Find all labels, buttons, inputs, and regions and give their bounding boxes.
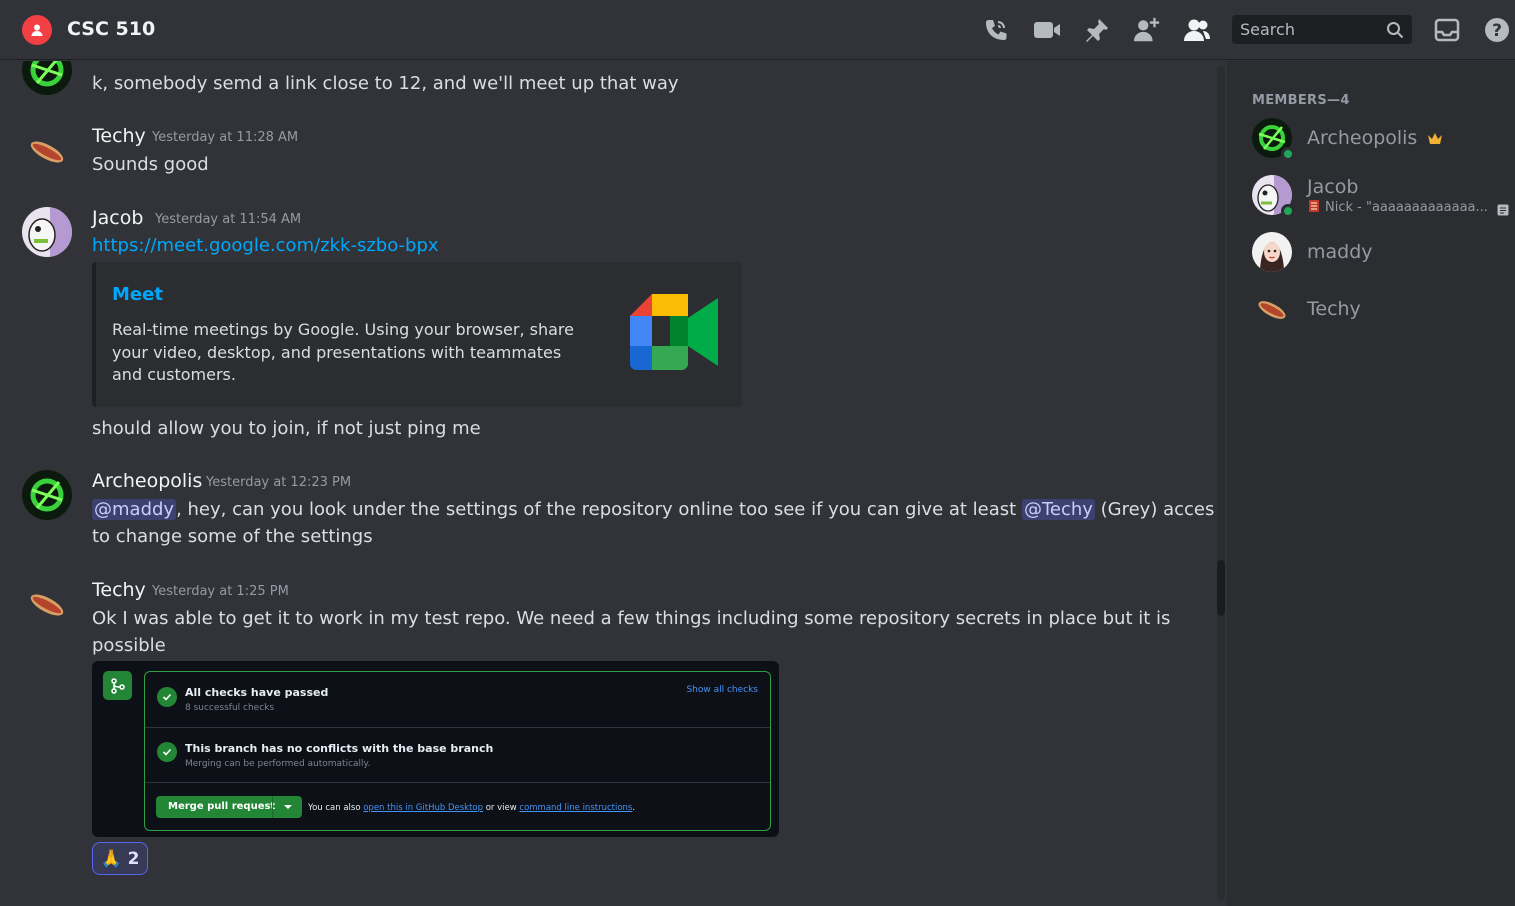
start-video-call-icon[interactable] bbox=[1033, 16, 1061, 44]
channel-header: CSC 510 ? bbox=[0, 0, 1515, 60]
avatar[interactable] bbox=[22, 579, 72, 629]
pinned-messages-icon[interactable] bbox=[1083, 16, 1111, 44]
check-icon bbox=[157, 687, 177, 707]
members-header: MEMBERS—4 bbox=[1252, 93, 1350, 108]
username[interactable]: Techy bbox=[92, 579, 146, 601]
link-embed: Meet Real-time meetings by Google. Using… bbox=[92, 262, 742, 407]
message-text: Ok I was able to get it to work in my te… bbox=[92, 608, 1171, 629]
message-list: k, somebody semd a link close to 12, and… bbox=[0, 61, 1215, 906]
message-text: possible bbox=[92, 635, 166, 656]
timestamp: Yesterday at 11:54 AM bbox=[155, 212, 302, 227]
avatar[interactable] bbox=[22, 207, 72, 257]
help-icon[interactable]: ? bbox=[1483, 16, 1511, 44]
embed-description: Real-time meetings by Google. Using your… bbox=[112, 320, 574, 384]
reaction-count: 2 bbox=[127, 848, 140, 869]
search-input[interactable] bbox=[1240, 20, 1380, 39]
timestamp: Yesterday at 11:28 AM bbox=[152, 130, 299, 145]
google-meet-logo bbox=[630, 294, 722, 374]
username[interactable]: Jacob bbox=[92, 207, 143, 229]
avatar[interactable] bbox=[22, 61, 72, 95]
game-icon bbox=[1309, 200, 1319, 212]
chat-scrollbar[interactable] bbox=[1215, 66, 1227, 900]
folded-hands-emoji: 🙏 bbox=[100, 848, 122, 869]
check-icon bbox=[157, 742, 177, 762]
git-merge-icon bbox=[103, 671, 132, 700]
member-list: MEMBERS—4 Archeopolis Jacob Nick - "aaaa… bbox=[1227, 61, 1515, 906]
checks-row: All checks have passed 8 successful chec… bbox=[145, 672, 770, 728]
avatar bbox=[1252, 289, 1292, 329]
message-text: Sounds good bbox=[92, 154, 209, 175]
avatar bbox=[1252, 175, 1295, 218]
avatar[interactable] bbox=[22, 470, 72, 520]
merge-pull-request-button: Merge pull request bbox=[156, 796, 302, 818]
timestamp: Yesterday at 1:25 PM bbox=[152, 584, 289, 599]
message-text: should allow you to join, if not just pi… bbox=[92, 418, 481, 439]
scrollbar-thumb[interactable] bbox=[1217, 560, 1225, 616]
timestamp: Yesterday at 12:23 PM bbox=[206, 475, 352, 490]
member-list-icon[interactable] bbox=[1183, 16, 1211, 44]
merge-footnote: You can also open this in GitHub Desktop… bbox=[308, 803, 636, 813]
member-activity: Nick - "aaaaaaaaaaaaa... bbox=[1307, 199, 1488, 215]
merge-box: All checks have passed 8 successful chec… bbox=[144, 671, 771, 831]
avatar bbox=[1252, 232, 1292, 272]
show-all-checks-link: Show all checks bbox=[686, 685, 758, 695]
search-bar[interactable] bbox=[1232, 15, 1412, 44]
crown-icon bbox=[1428, 133, 1443, 144]
member-item-jacob[interactable]: Jacob Nick - "aaaaaaaaaaaaa... bbox=[1252, 175, 1512, 225]
username[interactable]: Archeopolis bbox=[92, 470, 202, 492]
channel-title: CSC 510 bbox=[67, 18, 156, 40]
member-item-maddy[interactable]: maddy bbox=[1252, 232, 1512, 276]
mention[interactable]: @Techy bbox=[1021, 499, 1095, 520]
image-attachment[interactable]: All checks have passed 8 successful chec… bbox=[92, 661, 779, 837]
group-dm-icon bbox=[22, 15, 52, 45]
message-text: to change some of the settings bbox=[92, 526, 373, 547]
message-text: k, somebody semd a link close to 12, and… bbox=[92, 73, 679, 94]
online-status-icon bbox=[1281, 204, 1295, 218]
message-text: @maddy, hey, can you look under the sett… bbox=[92, 499, 1215, 520]
reaction-button[interactable]: 🙏 2 bbox=[92, 842, 148, 875]
username[interactable]: Techy bbox=[92, 125, 146, 147]
svg-text:?: ? bbox=[1492, 21, 1502, 41]
member-name: Archeopolis bbox=[1307, 127, 1443, 149]
member-name: Jacob bbox=[1307, 176, 1359, 198]
conflicts-row: This branch has no conflicts with the ba… bbox=[145, 728, 770, 783]
mention[interactable]: @maddy bbox=[92, 499, 177, 520]
start-voice-call-icon[interactable] bbox=[982, 16, 1010, 44]
member-item-archeopolis[interactable]: Archeopolis bbox=[1252, 118, 1512, 162]
embed-title[interactable]: Meet bbox=[112, 284, 163, 305]
caret-down-icon bbox=[272, 796, 302, 818]
search-icon bbox=[1386, 21, 1404, 43]
member-name: Techy bbox=[1307, 298, 1361, 320]
member-name: maddy bbox=[1307, 241, 1373, 263]
avatar[interactable] bbox=[22, 126, 72, 176]
rich-presence-icon bbox=[1497, 201, 1509, 220]
member-item-techy[interactable]: Techy bbox=[1252, 289, 1512, 333]
online-status-icon bbox=[1281, 147, 1295, 161]
add-friends-icon[interactable] bbox=[1133, 16, 1161, 44]
inbox-icon[interactable] bbox=[1433, 16, 1461, 44]
avatar bbox=[1252, 118, 1295, 161]
meet-link[interactable]: https://meet.google.com/zkk-szbo-bpx bbox=[92, 235, 439, 256]
